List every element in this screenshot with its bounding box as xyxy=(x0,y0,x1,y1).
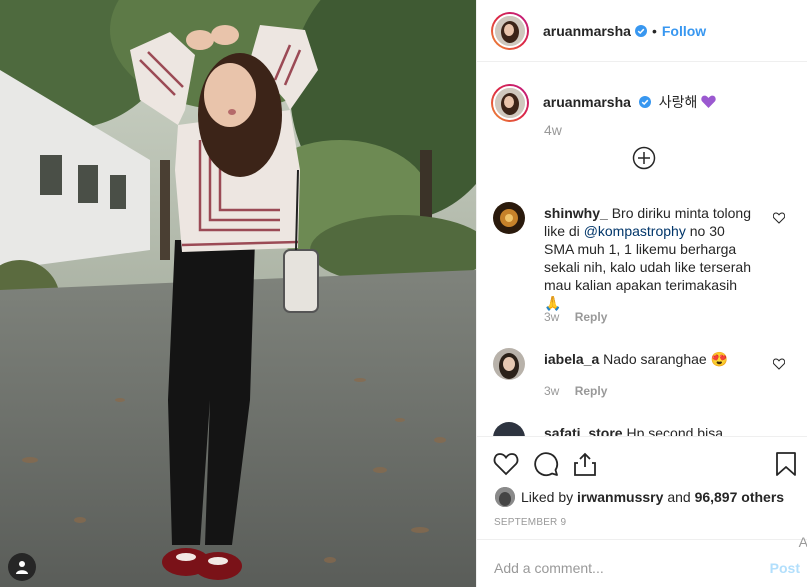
comment-mention-link[interactable]: @kompastrophy xyxy=(584,223,686,239)
post-photo[interactable] xyxy=(0,0,476,587)
caption-avatar[interactable] xyxy=(491,84,529,122)
comment-text: Nado saranghae xyxy=(603,351,707,367)
comment-meta: 3w Reply xyxy=(544,310,607,324)
author-avatar[interactable] xyxy=(491,11,529,50)
comment-body: safati_store Hp second bisa xyxy=(544,424,754,436)
post-sidebar: aruanmarsha • Follow aruanmarsha 사랑해 4w … xyxy=(476,0,807,587)
avatar-image xyxy=(495,88,525,118)
comment-emoji: 😍 xyxy=(710,351,729,367)
caption-text: 사랑해 xyxy=(658,94,698,110)
comment-text: Hp second bisa xyxy=(626,425,723,436)
comment-item: shinwhy_ Bro diriku minta tolong like di… xyxy=(493,202,793,332)
commenter-username[interactable]: iabela_a xyxy=(544,351,599,367)
comment-body: iabela_a Nado saranghae 😍 xyxy=(544,350,754,368)
user-tag-button[interactable] xyxy=(8,553,36,581)
likes-and: and xyxy=(667,489,691,505)
post-header: aruanmarsha • Follow xyxy=(477,0,807,62)
post-date: SEPTEMBER 9 xyxy=(494,517,567,528)
photo-illustration xyxy=(0,0,476,587)
plus-circle-icon xyxy=(632,146,656,170)
share-icon[interactable] xyxy=(572,451,598,477)
comment-time: 3w xyxy=(544,310,560,324)
load-more-comments-button[interactable] xyxy=(632,146,656,170)
comment-input[interactable]: Add a comment... xyxy=(494,560,604,576)
liker-avatar xyxy=(495,487,515,507)
likes-prefix: Liked by xyxy=(521,489,574,505)
caption: aruanmarsha 사랑해 xyxy=(491,84,716,122)
commenter-avatar[interactable] xyxy=(493,348,525,380)
person-icon xyxy=(16,561,28,574)
bookmark-icon[interactable] xyxy=(773,451,799,477)
likes-count[interactable]: 96,897 others xyxy=(695,489,785,505)
edge-text: A xyxy=(798,534,807,550)
caption-username[interactable]: aruanmarsha xyxy=(543,94,631,110)
author-username[interactable]: aruanmarsha xyxy=(543,23,631,39)
heart-icon[interactable] xyxy=(773,212,785,224)
post-comment-button[interactable]: Post xyxy=(770,560,800,576)
comment-item: safati_store Hp second bisa xyxy=(493,422,793,436)
commenter-avatar[interactable] xyxy=(493,202,525,234)
heart-icon[interactable] xyxy=(493,451,519,477)
commenter-avatar[interactable] xyxy=(493,422,525,436)
follow-button[interactable]: Follow xyxy=(662,23,706,39)
caption-text-row: aruanmarsha 사랑해 xyxy=(543,92,716,122)
comment-body: shinwhy_ Bro diriku minta tolong like di… xyxy=(544,204,754,312)
reply-button[interactable]: Reply xyxy=(575,384,608,398)
caption-time: 4w xyxy=(544,122,562,138)
comment-meta: 3w Reply xyxy=(544,384,607,398)
commenter-username[interactable]: shinwhy_ xyxy=(544,205,608,221)
purple-heart-icon xyxy=(701,94,716,110)
likes-summary[interactable]: Liked by irwanmussry and 96,897 others xyxy=(495,487,784,507)
reply-button[interactable]: Reply xyxy=(575,310,608,324)
comments-panel[interactable]: aruanmarsha 사랑해 4w shinwhy_ Bro diriku m… xyxy=(477,62,807,436)
comment-item: iabela_a Nado saranghae 😍 3w Reply xyxy=(493,348,793,408)
commenter-username[interactable]: safati_store xyxy=(544,425,623,436)
separator-dot: • xyxy=(651,22,657,39)
action-bar: Liked by irwanmussry and 96,897 others S… xyxy=(477,436,807,546)
verified-badge-icon xyxy=(638,96,651,108)
heart-icon[interactable] xyxy=(773,358,785,370)
verified-badge-icon xyxy=(634,24,647,37)
add-comment-bar: Add a comment... Post xyxy=(477,539,807,587)
liker-username[interactable]: irwanmussry xyxy=(577,489,663,505)
comment-icon[interactable] xyxy=(533,451,559,477)
avatar-image xyxy=(495,15,525,46)
comment-time: 3w xyxy=(544,384,560,398)
